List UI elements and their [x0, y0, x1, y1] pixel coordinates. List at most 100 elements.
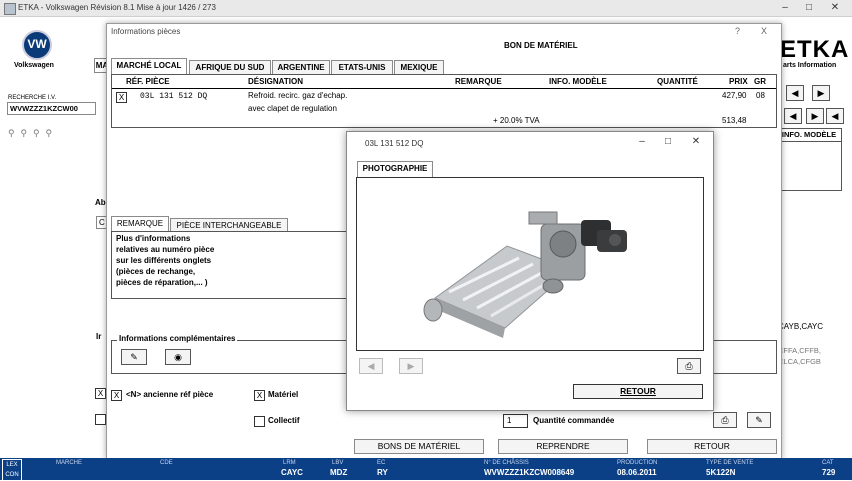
maximize-icon[interactable]: □	[800, 2, 818, 14]
vw-logo: VW	[22, 30, 52, 60]
bg-checkbox-1[interactable]: X	[95, 388, 106, 399]
row-gr: 08	[756, 91, 765, 100]
row-designation-1: Refroid. recirc. gaz d'echap.	[248, 91, 348, 100]
edit-list-icon[interactable]: ✎	[747, 412, 771, 428]
engine-code: CAYB,CAYC	[778, 322, 824, 331]
old-ref-label: <N> ancienne réf pièce	[126, 390, 214, 399]
retour-button[interactable]: RETOUR	[647, 439, 777, 454]
engine-codes-3: CLCA,CFGB	[778, 357, 821, 366]
bg-checkbox-2[interactable]	[95, 414, 106, 425]
status-value-lrm: CAYC	[281, 468, 303, 477]
old-ref-checkbox[interactable]: X	[111, 390, 122, 401]
search-label: RECHERCHE I.V.	[8, 95, 57, 101]
tab-piece-interchangeable[interactable]: PIÈCE INTERCHANGEABLE	[170, 218, 288, 232]
collectif-label: Collectif	[268, 416, 300, 425]
remark-line-5: pièces de réparation,... )	[116, 278, 208, 287]
left-label-ab: Ab	[95, 198, 106, 207]
left-label-ir: Ir	[96, 332, 102, 341]
photo-dialog: 03L 131 512 DQ – □ ✕ PHOTOGRAPHIE ◀ ▶ ⎙ …	[346, 131, 714, 411]
etka-subtitle: arts Information	[783, 62, 837, 69]
col-ref: RÉF. PIÈCE	[126, 77, 170, 86]
tab-photographie[interactable]: PHOTOGRAPHIE	[357, 161, 433, 177]
status-value-lbv: MDZ	[330, 468, 348, 477]
status-label-production: PRODUCTION	[617, 460, 658, 466]
lexcon-logo-bottom: CON	[5, 472, 19, 478]
status-label-cde: CDE	[160, 460, 173, 466]
lexcon-logo: LEX CON	[2, 459, 22, 481]
photo-minimize-icon[interactable]: –	[633, 136, 651, 148]
zoom-fit-icon[interactable]: ⚲	[33, 128, 43, 139]
camera-icon[interactable]: ◉	[165, 349, 191, 365]
info-modele-box	[776, 141, 842, 191]
quantity-label: Quantité commandée	[533, 416, 615, 425]
materiel-checkbox[interactable]: X	[254, 390, 265, 401]
tab-mexique[interactable]: MEXIQUE	[394, 60, 444, 74]
row-ref[interactable]: 03L 131 512 DQ	[140, 92, 207, 101]
section-title: BON DE MATÉRIEL	[504, 41, 578, 50]
col-gr: GR	[754, 77, 766, 86]
status-label-ec: EC	[377, 460, 386, 466]
remark-box: Plus d'informations relatives au numéro …	[111, 231, 349, 299]
row-price: 427,90	[722, 91, 747, 100]
status-value-cat: 729	[822, 468, 836, 477]
parts-table: RÉF. PIÈCE DÉSIGNATION REMARQUE INFO. MO…	[111, 74, 777, 128]
remark-line-4: (pièces de rechange,	[116, 267, 196, 276]
status-value-type-vente: 5K122N	[706, 468, 736, 477]
remark-line-2: relatives au numéro pièce	[116, 245, 215, 254]
search-input[interactable]: WVWZZZ1KZCW00	[7, 102, 96, 115]
tva-price: 513,48	[722, 116, 747, 125]
lexcon-logo-top: LEX	[6, 462, 18, 468]
quantity-input[interactable]: 1	[503, 414, 528, 428]
photo-retour-label: RETOUR	[620, 386, 656, 396]
printer-icon[interactable]: ⎙	[713, 412, 737, 428]
photo-maximize-icon[interactable]: □	[659, 136, 677, 148]
nav-prev-icon[interactable]: ◀	[784, 108, 802, 124]
status-label-lbv: LBV	[332, 460, 344, 466]
photo-close-icon[interactable]: ✕	[687, 136, 705, 148]
col-designation: DÉSIGNATION	[248, 77, 303, 86]
nav-back-icon[interactable]: ◀	[826, 108, 844, 124]
status-label-chassis: N° DE CHÂSSIS	[484, 460, 529, 466]
tab-remarque[interactable]: REMARQUE	[111, 216, 169, 232]
photo-prev-icon[interactable]: ◀	[359, 358, 383, 374]
status-value-production: 08.06.2011	[617, 468, 657, 477]
tab-etats-unis[interactable]: ETATS-UNIS	[331, 60, 393, 74]
remark-line-3: sur les différents onglets	[116, 256, 212, 265]
row-designation-2: avec clapet de regulation	[248, 104, 337, 113]
help-icon[interactable]: ?	[735, 26, 740, 36]
tab-marche-local[interactable]: MARCHÉ LOCAL	[111, 58, 187, 74]
row-checkbox[interactable]: X	[116, 92, 127, 103]
bons-materiel-button[interactable]: BONS DE MATÉRIEL	[354, 439, 484, 454]
info-modele-tab[interactable]: INFO. MODÈLE	[776, 128, 842, 142]
info-dialog-title: Informations pièces	[111, 27, 181, 36]
tab-argentine[interactable]: ARGENTINE	[272, 60, 330, 74]
close-icon[interactable]: ✕	[826, 2, 844, 14]
photo-frame	[356, 177, 704, 351]
engine-codes-2: CFFA,CFFB,	[778, 346, 821, 355]
zoom-area-icon[interactable]: ⚲	[46, 128, 56, 139]
pencil-icon[interactable]: ✎	[121, 349, 147, 365]
reprendre-button[interactable]: REPRENDRE	[498, 439, 628, 454]
photo-retour-button[interactable]: RETOUR	[573, 384, 703, 399]
collectif-checkbox[interactable]	[254, 416, 265, 427]
info-close-icon[interactable]: X	[761, 26, 767, 36]
photo-dialog-title: 03L 131 512 DQ	[365, 139, 424, 148]
status-label-type-vente: TYPE DE VENTE	[706, 460, 754, 466]
zoom-in-icon[interactable]: ⚲	[8, 128, 18, 139]
app-icon	[4, 3, 16, 15]
nav-first-icon[interactable]: ◀	[786, 85, 804, 101]
zoom-out-icon[interactable]: ⚲	[21, 128, 31, 139]
tab-afrique-du-sud[interactable]: AFRIQUE DU SUD	[189, 60, 271, 74]
etka-logo: ETKA	[780, 36, 850, 63]
brand-label: Volkswagen	[14, 62, 54, 69]
minimize-icon[interactable]: –	[776, 2, 794, 14]
col-info-modele: INFO. MODÈLE	[549, 77, 607, 86]
nav-last-icon[interactable]: ▶	[806, 108, 824, 124]
main-window-title: ETKA - Volkswagen Révision 8.1 Mise à jo…	[18, 3, 216, 12]
photo-print-icon[interactable]: ⎙	[677, 358, 701, 374]
col-quantite: QUANTITÉ	[657, 77, 698, 86]
photo-next-icon[interactable]: ▶	[399, 358, 423, 374]
header-divider	[112, 88, 776, 89]
egr-cooler-image	[423, 211, 627, 338]
nav-next-icon[interactable]: ▶	[812, 85, 830, 101]
